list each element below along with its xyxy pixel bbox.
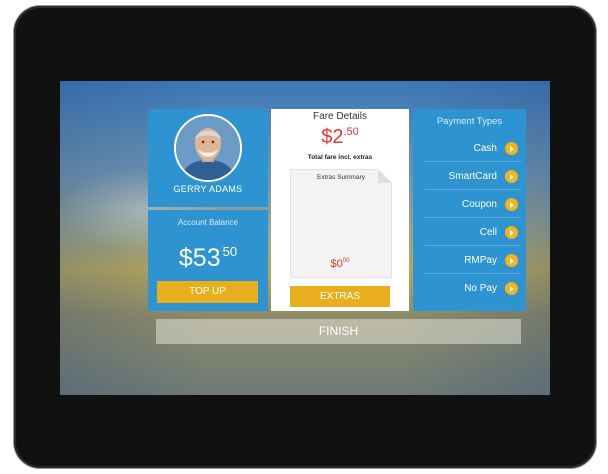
fare-title: Fare Details xyxy=(313,111,367,122)
balance-label: Account Balance xyxy=(177,218,239,227)
payment-cash[interactable]: Cash xyxy=(425,135,521,162)
payment-label: Coupon xyxy=(461,199,497,210)
payment-label: No Pay xyxy=(464,283,497,294)
fare-subtitle: Total fare incl. extras xyxy=(307,154,373,161)
payment-cell[interactable]: Cell xyxy=(425,219,521,246)
payment-rmpay[interactable]: RMPay xyxy=(425,247,521,274)
play-arrow-icon xyxy=(505,226,518,239)
extras-amount: $000 xyxy=(330,258,350,270)
account-balance-panel: Account Balance $53 50 TOP UP xyxy=(148,210,268,311)
fare-details-panel: Fare Details $2.50 Total fare incl. extr… xyxy=(271,109,409,311)
payment-label: RMPay xyxy=(464,255,497,266)
payment-coupon[interactable]: Coupon xyxy=(425,191,521,218)
play-arrow-icon xyxy=(505,198,518,211)
payment-smartcard[interactable]: SmartCard xyxy=(425,163,521,190)
payment-types-title: Payment Types xyxy=(436,116,503,127)
payment-label: SmartCard xyxy=(448,171,497,182)
payment-label: Cell xyxy=(479,227,497,238)
fare-amount: $2.50 xyxy=(321,126,359,148)
top-up-button[interactable]: TOP UP xyxy=(157,281,258,303)
profile-panel: GERRY ADAMS xyxy=(148,109,268,207)
avatar xyxy=(174,114,242,182)
payment-no-pay[interactable]: No Pay xyxy=(425,275,521,301)
extras-button[interactable]: EXTRAS xyxy=(290,286,390,307)
play-arrow-icon xyxy=(505,254,518,267)
play-arrow-icon xyxy=(505,282,518,295)
finish-button[interactable]: FINISH xyxy=(156,319,521,344)
payment-label: Cash xyxy=(473,143,497,154)
play-arrow-icon xyxy=(505,142,518,155)
extras-summary-title: Extras Summary xyxy=(316,174,366,181)
profile-name: GERRY ADAMS xyxy=(173,184,243,194)
payment-types-panel: Payment Types Cash SmartCard Coupon Cell… xyxy=(413,109,526,311)
balance-amount: $53 50 xyxy=(178,244,238,272)
play-arrow-icon xyxy=(505,170,518,183)
